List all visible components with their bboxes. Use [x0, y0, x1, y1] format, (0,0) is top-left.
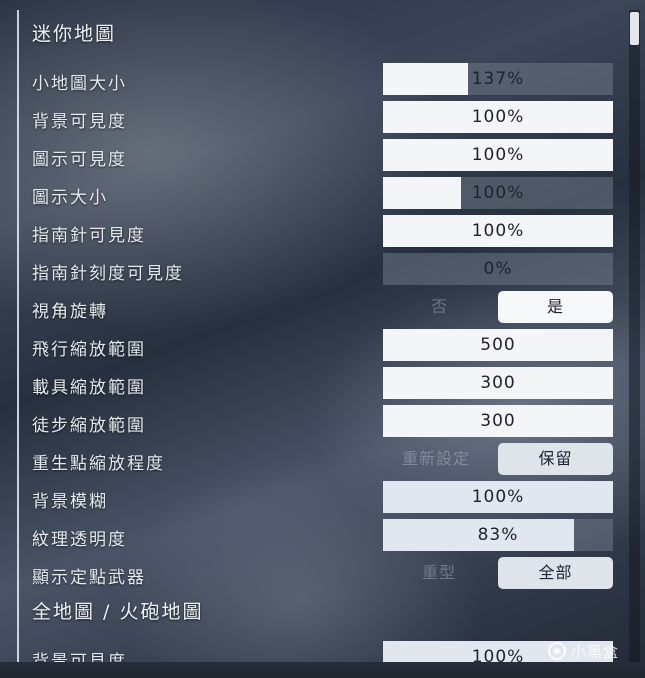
setting-label: 背景模糊 [32, 492, 108, 512]
setting-label: 指南針刻度可見度 [32, 264, 184, 284]
compass-tick-visibility-slider[interactable]: 0% [383, 253, 613, 285]
setting-row-respawn-zoom: 重生點縮放程度 重新設定 保留 [32, 443, 613, 475]
setting-row-texture-opacity: 紋理透明度 83% [32, 519, 613, 551]
setting-row-minimap-size: 小地圖大小 137% [32, 63, 613, 95]
setting-row-icon-visibility: 圖示可見度 100% [32, 139, 613, 171]
setting-label: 圖示可見度 [32, 150, 127, 170]
section-title-fullmap: 全地圖 / 火砲地圖 [32, 601, 204, 623]
slider-value: 100% [471, 145, 525, 165]
bg-visibility-slider[interactable]: 100% [383, 101, 613, 133]
icon-size-slider[interactable]: 100% [383, 177, 613, 209]
option-all[interactable]: 全部 [498, 557, 613, 589]
setting-label: 飛行縮放範圍 [32, 340, 146, 360]
watermark: 小黑盒 [548, 640, 619, 662]
setting-label: 載具縮放範圍 [32, 378, 146, 398]
option-no[interactable]: 否 [431, 291, 448, 323]
setting-label: 圖示大小 [32, 188, 108, 208]
slider-value: 100% [471, 183, 525, 203]
setting-label: 徒步縮放範圍 [32, 416, 146, 436]
setting-row-compass-visibility: 指南針可見度 100% [32, 215, 613, 247]
slider-value: 137% [471, 69, 525, 89]
slider-value: 100% [471, 221, 525, 241]
bg-blur-slider[interactable]: 100% [383, 481, 613, 513]
setting-label: 小地圖大小 [32, 74, 127, 94]
setting-row-show-waypoint-weapons: 顯示定點武器 重型 全部 [32, 557, 613, 589]
setting-label: 背景可見度 [32, 112, 127, 132]
slider-value: 0% [483, 259, 513, 279]
icon-visibility-slider[interactable]: 100% [383, 139, 613, 171]
slider-value: 100% [471, 487, 525, 507]
setting-label: 紋理透明度 [32, 530, 127, 550]
minimap-size-slider[interactable]: 137% [383, 63, 613, 95]
setting-label: 視角旋轉 [32, 302, 108, 322]
scrollbar-thumb[interactable] [630, 12, 639, 45]
setting-row-flight-zoom: 飛行縮放範圍 500 [32, 329, 613, 361]
setting-row-compass-tick-visibility: 指南針刻度可見度 0% [32, 253, 613, 285]
option-reset[interactable]: 重新設定 [402, 443, 470, 475]
option-keep[interactable]: 保留 [498, 443, 613, 475]
vehicle-zoom-input[interactable]: 300 [383, 367, 613, 399]
watermark-text: 小黑盒 [571, 642, 620, 661]
left-divider [17, 10, 19, 662]
setting-row-view-rotation: 視角旋轉 否 是 [32, 291, 613, 323]
setting-row-vehicle-zoom: 載具縮放範圍 300 [32, 367, 613, 399]
xiaoheihe-logo-icon [548, 642, 566, 660]
setting-row-bg-visibility: 背景可見度 100% [32, 101, 613, 133]
option-heavy[interactable]: 重型 [422, 557, 456, 589]
setting-row-foot-zoom: 徒步縮放範圍 300 [32, 405, 613, 437]
option-yes[interactable]: 是 [498, 291, 613, 323]
scrollbar[interactable] [629, 10, 640, 662]
setting-label: 顯示定點武器 [32, 568, 146, 588]
bottom-clip [0, 662, 645, 678]
section-title-minimap: 迷你地圖 [32, 23, 117, 45]
setting-label: 指南針可見度 [32, 226, 146, 246]
setting-row-icon-size: 圖示大小 100% [32, 177, 613, 209]
slider-value: 100% [471, 107, 525, 127]
setting-row-bg-blur: 背景模糊 100% [32, 481, 613, 513]
flight-zoom-input[interactable]: 500 [383, 329, 613, 361]
compass-visibility-slider[interactable]: 100% [383, 215, 613, 247]
slider-value: 83% [477, 525, 519, 545]
texture-opacity-slider[interactable]: 83% [383, 519, 613, 551]
foot-zoom-input[interactable]: 300 [383, 405, 613, 437]
setting-label: 重生點縮放程度 [32, 454, 165, 474]
